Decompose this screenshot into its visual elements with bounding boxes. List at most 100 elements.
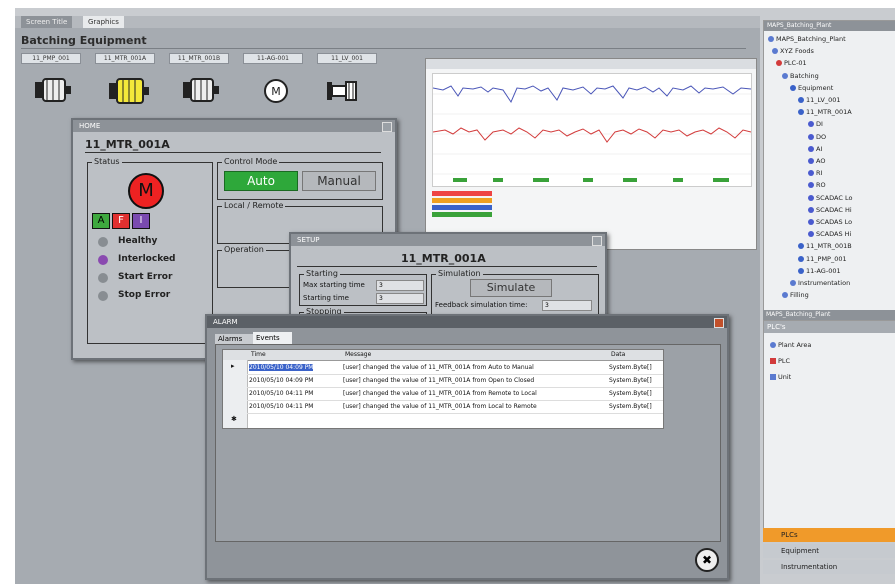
tree-item-label: Equipment: [798, 83, 834, 92]
bottom-tab-plcs[interactable]: PLCs: [763, 528, 895, 542]
tree-item[interactable]: Filling: [782, 291, 809, 299]
tab-graphics[interactable]: Graphics: [83, 16, 124, 28]
cell-data[interactable]: System.Byte[]: [609, 364, 652, 371]
tree-item[interactable]: 11-AG-001: [798, 267, 841, 275]
tree-item[interactable]: SCADAC Lo: [808, 194, 852, 202]
tree-item-label: 11-AG-001: [806, 266, 841, 275]
motor-icon[interactable]: [181, 76, 221, 104]
table-row[interactable]: 2010/05/10 04:09 PM [user] changed the va…: [247, 362, 663, 375]
tree-node-icon: [808, 121, 814, 128]
tree-item[interactable]: Equipment: [790, 84, 833, 92]
cell-message[interactable]: [user] changed the value of 11_MTR_001A …: [343, 390, 605, 397]
cell-message[interactable]: [user] changed the value of 11_MTR_001A …: [343, 403, 605, 410]
tree-item-label: 11_PMP_001: [806, 254, 847, 263]
cell-time[interactable]: 2010/05/10 04:11 PM: [249, 403, 313, 410]
tree-item[interactable]: Instrumentation: [790, 279, 850, 287]
tree-item[interactable]: RO: [808, 181, 826, 189]
tree-item-label: SCADAC Lo: [816, 193, 853, 202]
alarm-window[interactable]: ALARM Alarms Events Time Message Data ▸ …: [205, 314, 729, 580]
tree-item[interactable]: RI: [808, 169, 822, 177]
unit-item[interactable]: Unit: [770, 373, 791, 381]
cell-time[interactable]: 2010/05/10 04:09 PM: [249, 364, 314, 371]
cell-message[interactable]: [user] changed the value of 11_MTR_001A …: [343, 377, 605, 384]
starting-time-input[interactable]: 3: [376, 293, 424, 304]
column-header-message[interactable]: Message: [345, 351, 371, 358]
bottom-tab-instrumentation[interactable]: Instrumentation: [763, 560, 895, 574]
events-grid[interactable]: Time Message Data ▸ ✱ 2010/05/10 04:09 P…: [222, 349, 664, 429]
tree-node-icon: [808, 219, 814, 225]
pump-icon[interactable]: [33, 76, 73, 104]
motor-running-icon[interactable]: [107, 76, 151, 106]
control-mode-label: Control Mode: [222, 157, 280, 166]
cell-message[interactable]: [user] changed the value of 11_MTR_001A …: [343, 364, 605, 371]
indicator-label: Healthy: [118, 236, 158, 246]
tree-item[interactable]: 11_PMP_001: [798, 255, 847, 263]
tree-item[interactable]: 11_MTR_001B: [798, 242, 852, 250]
tree-node-icon: [782, 292, 788, 299]
cell-data[interactable]: System.Byte[]: [609, 403, 652, 410]
tab-events[interactable]: Events: [253, 332, 292, 344]
close-icon[interactable]: [382, 122, 392, 132]
tree-item[interactable]: PLC-01: [776, 59, 807, 67]
tree-item[interactable]: 11_LV_001: [798, 96, 841, 104]
column-header-time[interactable]: Time: [251, 351, 266, 358]
tree-item-label: Instrumentation: [798, 279, 851, 287]
tree-item[interactable]: MAPS_Batching_Plant: [768, 35, 846, 43]
max-starting-label: Max starting time: [303, 281, 365, 289]
manual-button[interactable]: Manual: [302, 171, 376, 191]
equipment-label: 11_MTR_001A: [95, 53, 155, 64]
bottom-tab-equipment[interactable]: Equipment: [763, 544, 895, 558]
valve-icon[interactable]: [325, 78, 359, 104]
tree-item[interactable]: DI: [808, 120, 823, 128]
tree-item[interactable]: SCADAS Lo: [808, 218, 852, 226]
auto-button[interactable]: Auto: [224, 171, 298, 191]
cell-data[interactable]: System.Byte[]: [609, 377, 652, 384]
tree-node-icon: [798, 109, 804, 116]
table-row[interactable]: 2010/05/10 04:11 PM [user] changed the va…: [247, 401, 663, 414]
cell-time[interactable]: 2010/05/10 04:11 PM: [249, 390, 313, 397]
svg-text:M: M: [271, 85, 281, 98]
tree-item-label: SCADAC Hi: [816, 205, 852, 214]
plc-panel: PLC's Plant Area PLC Unit: [763, 320, 895, 530]
max-starting-input[interactable]: 3: [376, 280, 424, 291]
tree-item-label: RO: [816, 181, 826, 190]
starting-frame: Starting Max starting time 3 Starting ti…: [299, 269, 427, 306]
tree-node-icon: [808, 182, 814, 189]
cell-data[interactable]: System.Byte[]: [609, 390, 652, 397]
tree-item[interactable]: 11_MTR_001A: [798, 108, 852, 116]
tab-alarms[interactable]: Alarms: [215, 334, 254, 344]
tree-item[interactable]: AI: [808, 145, 822, 153]
table-row[interactable]: 2010/05/10 04:11 PM [user] changed the va…: [247, 388, 663, 401]
cell-time[interactable]: 2010/05/10 04:09 PM: [249, 377, 313, 384]
column-header-data[interactable]: Data: [611, 351, 625, 358]
home-window-title: HOME: [73, 120, 395, 132]
tree-item[interactable]: DO: [808, 133, 826, 141]
auto-badge: A: [92, 213, 110, 229]
close-icon[interactable]: [592, 236, 602, 246]
plc-item[interactable]: PLC: [770, 357, 790, 365]
tree-panel-title: MAPS_Batching_Plant: [764, 21, 895, 31]
indicator-label: Interlocked: [118, 254, 176, 264]
tree-item[interactable]: SCADAC Hi: [808, 206, 852, 214]
fault-badge: F: [112, 213, 130, 229]
tree-item[interactable]: AO: [808, 157, 825, 165]
close-icon[interactable]: [714, 318, 724, 328]
tree-item[interactable]: SCADAS Hi: [808, 230, 851, 238]
tree-node-icon: [808, 194, 814, 201]
feedback-input[interactable]: 3: [542, 300, 592, 311]
legend-swatch: [432, 205, 492, 210]
setup-window[interactable]: SETUP 11_MTR_001A Starting Max starting …: [289, 232, 607, 326]
plant-area-item[interactable]: Plant Area: [770, 341, 811, 349]
close-circle-icon[interactable]: ✖: [695, 548, 719, 572]
start-error-led-icon: [98, 273, 108, 283]
tree-item-label: PLC-01: [784, 59, 807, 68]
tree-item[interactable]: Batching: [782, 72, 819, 80]
healthy-led-icon: [98, 237, 108, 247]
trend-chart[interactable]: [425, 58, 757, 250]
agitator-icon[interactable]: M: [263, 78, 289, 104]
simulate-button[interactable]: Simulate: [470, 279, 552, 297]
grid-header: Time Message Data: [223, 350, 663, 361]
tree-item[interactable]: XYZ Foods: [772, 47, 814, 55]
tab-screen-title[interactable]: Screen Title: [21, 16, 73, 28]
table-row[interactable]: 2010/05/10 04:09 PM [user] changed the va…: [247, 375, 663, 388]
